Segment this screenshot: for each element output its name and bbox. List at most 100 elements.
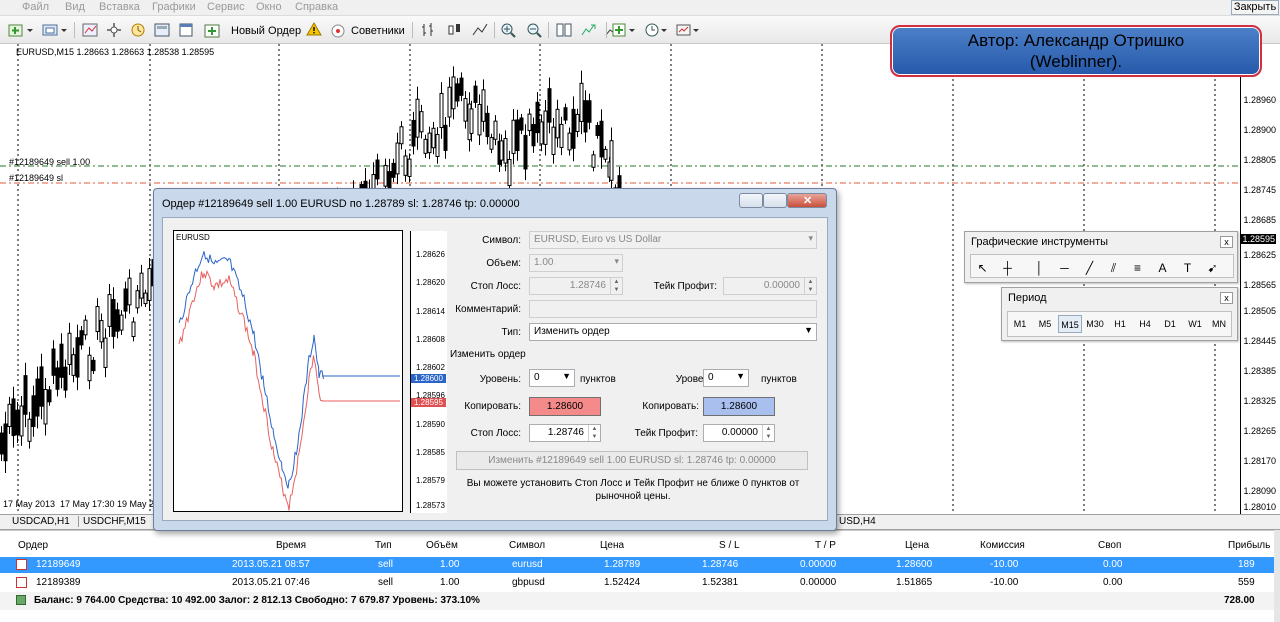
cell-price2: 1.51865 xyxy=(896,577,933,588)
spin-icon[interactable]: ▲ ▼ xyxy=(588,425,600,441)
navigator-icon[interactable] xyxy=(104,20,124,40)
period-h4[interactable]: H4 xyxy=(1133,315,1157,333)
mini-tick: 1.28620 xyxy=(416,278,445,287)
col-price2[interactable]: Цена xyxy=(905,540,929,551)
window-icon[interactable] xyxy=(176,20,196,40)
col-sl[interactable]: S / L xyxy=(719,540,740,551)
advisors-button[interactable]: Советники xyxy=(326,20,405,40)
terminal-scrollbar[interactable] xyxy=(1274,530,1280,622)
period-h1[interactable]: H1 xyxy=(1108,315,1132,333)
zoom-in-icon[interactable] xyxy=(498,20,518,40)
col-type[interactable]: Тип xyxy=(375,540,392,551)
period-mn[interactable]: MN xyxy=(1207,315,1231,333)
col-profit[interactable]: Прибыль xyxy=(1228,540,1270,551)
col-commission[interactable]: Комиссия xyxy=(980,540,1025,551)
tester-icon[interactable] xyxy=(152,20,172,40)
col-swap[interactable]: Своп xyxy=(1098,540,1121,551)
new-chart-icon[interactable] xyxy=(6,20,36,40)
channel-icon[interactable]: ⫽ xyxy=(1102,257,1125,279)
symbol-select[interactable]: EURUSD, Euro vs US Dollar ▾ xyxy=(529,231,817,249)
take-profit-input[interactable]: 0.00000 ▲ ▼ xyxy=(703,424,775,442)
tile-windows-icon[interactable] xyxy=(554,20,574,40)
templates-icon[interactable] xyxy=(674,20,702,40)
y-tick: 1.28685 xyxy=(1243,215,1276,225)
trendline-icon[interactable]: ╱ xyxy=(1078,257,1101,279)
terminal-icon[interactable] xyxy=(128,20,148,40)
arrows-icon[interactable]: ➹ xyxy=(1201,257,1224,279)
menu-tools[interactable]: Сервис xyxy=(207,1,245,13)
close-icon[interactable]: x xyxy=(1220,236,1233,248)
crosshair-icon[interactable]: ┼ xyxy=(996,257,1019,279)
period-d1[interactable]: D1 xyxy=(1158,315,1182,333)
take-profit-input-value: 0.00000 xyxy=(721,427,758,438)
volume-select[interactable]: 1.00 ▾ xyxy=(529,254,623,272)
menu-insert[interactable]: Вставка xyxy=(99,1,140,13)
period-panel: Период x M1 M5 M15 M30 H1 H4 D1 W1 MN xyxy=(1001,287,1238,341)
zoom-out-icon[interactable] xyxy=(524,20,544,40)
text-icon[interactable]: A xyxy=(1151,257,1174,279)
bar-chart-icon[interactable] xyxy=(418,20,438,40)
col-price[interactable]: Цена xyxy=(600,540,624,551)
fibo-icon[interactable]: ≡ xyxy=(1126,257,1149,279)
tab-usdchf[interactable]: USDCHF,M15 xyxy=(78,516,150,527)
type-select[interactable]: Изменить ордер ▼ xyxy=(529,323,817,341)
menu-view[interactable]: Вид xyxy=(65,1,85,13)
text-label-icon[interactable]: T xyxy=(1176,257,1199,279)
cell-order: 12189649 xyxy=(36,559,81,570)
menu-charts[interactable]: Графики xyxy=(152,1,196,13)
new-order-button[interactable]: Новый Ордер xyxy=(200,20,304,40)
col-time[interactable]: Время xyxy=(276,540,306,551)
close-icon[interactable]: x xyxy=(1220,292,1233,304)
profiles-icon[interactable] xyxy=(40,20,70,40)
tab-usdcad[interactable]: USDCAD,H1 xyxy=(8,516,74,527)
candles-icon[interactable] xyxy=(444,20,464,40)
period-m5[interactable]: M5 xyxy=(1033,315,1057,333)
stop-loss-field[interactable]: 1.28746 ▲ ▼ xyxy=(529,277,623,295)
comment-field[interactable] xyxy=(529,300,817,318)
period-m15[interactable]: M15 xyxy=(1058,315,1082,333)
market-watch-icon[interactable] xyxy=(80,20,100,40)
table-row[interactable]: 12189649 2013.05.21 08:57 sell 1.00 euru… xyxy=(0,557,1275,573)
copy-sl-button[interactable]: 1.28600 xyxy=(529,397,601,416)
line-chart-icon[interactable] xyxy=(470,20,490,40)
col-volume[interactable]: Объём xyxy=(426,540,458,551)
level-select-tp[interactable]: 0 ▼ xyxy=(703,369,749,387)
period-m30[interactable]: M30 xyxy=(1083,315,1107,333)
copy-tp-button[interactable]: 1.28600 xyxy=(703,397,775,416)
period-w1[interactable]: W1 xyxy=(1183,315,1207,333)
stop-loss-input[interactable]: 1.28746 ▲ ▼ xyxy=(529,424,601,442)
level-label: Уровень: xyxy=(479,374,521,385)
spin-icon[interactable]: ▲ ▼ xyxy=(804,278,816,294)
periods-icon[interactable] xyxy=(642,20,670,40)
indicators-icon[interactable] xyxy=(610,20,638,40)
period-title: Период xyxy=(1008,292,1047,304)
col-symbol[interactable]: Символ xyxy=(509,540,545,551)
menu-help[interactable]: Справка xyxy=(295,1,338,13)
close-all-button[interactable]: Закрыть xyxy=(1231,0,1279,15)
stop-loss-tag: #12189649 sl xyxy=(9,173,64,183)
spin-icon[interactable]: ▲ ▼ xyxy=(762,425,774,441)
col-order[interactable]: Ордер xyxy=(18,540,48,551)
take-profit-field[interactable]: 0.00000 ▲ ▼ xyxy=(723,277,817,295)
author-line2: (Weblinner). xyxy=(1029,52,1123,71)
close-icon[interactable]: ✕ xyxy=(787,193,827,208)
type-value: Изменить ордер xyxy=(534,326,610,337)
period-m1[interactable]: M1 xyxy=(1008,315,1032,333)
autoscroll-icon[interactable] xyxy=(578,20,598,40)
level-value: 0 xyxy=(708,372,714,383)
cursor-icon[interactable]: ↖ xyxy=(971,257,994,279)
minimize-icon[interactable] xyxy=(739,193,763,208)
spin-icon[interactable]: ▲ ▼ xyxy=(610,278,622,294)
table-row[interactable]: 12189389 2013.05.21 07:46 sell 1.00 gbpu… xyxy=(0,575,1275,591)
level-select-sl[interactable]: 0 ▼ xyxy=(529,369,575,387)
tab-usd-h4[interactable]: USD,H4 xyxy=(835,516,880,527)
alert-icon[interactable] xyxy=(305,20,323,40)
vertical-line-icon[interactable]: │ xyxy=(1028,257,1051,279)
x-tick: 17 May 2013 xyxy=(3,499,56,509)
maximize-icon[interactable] xyxy=(763,193,787,208)
modify-order-button[interactable]: Изменить #12189649 sell 1.00 EURUSD sl: … xyxy=(456,451,808,470)
menu-window[interactable]: Окно xyxy=(256,1,282,13)
col-tp[interactable]: T / P xyxy=(815,540,836,551)
horizontal-line-icon[interactable]: ─ xyxy=(1053,257,1076,279)
menu-file[interactable]: Файл xyxy=(22,1,49,13)
